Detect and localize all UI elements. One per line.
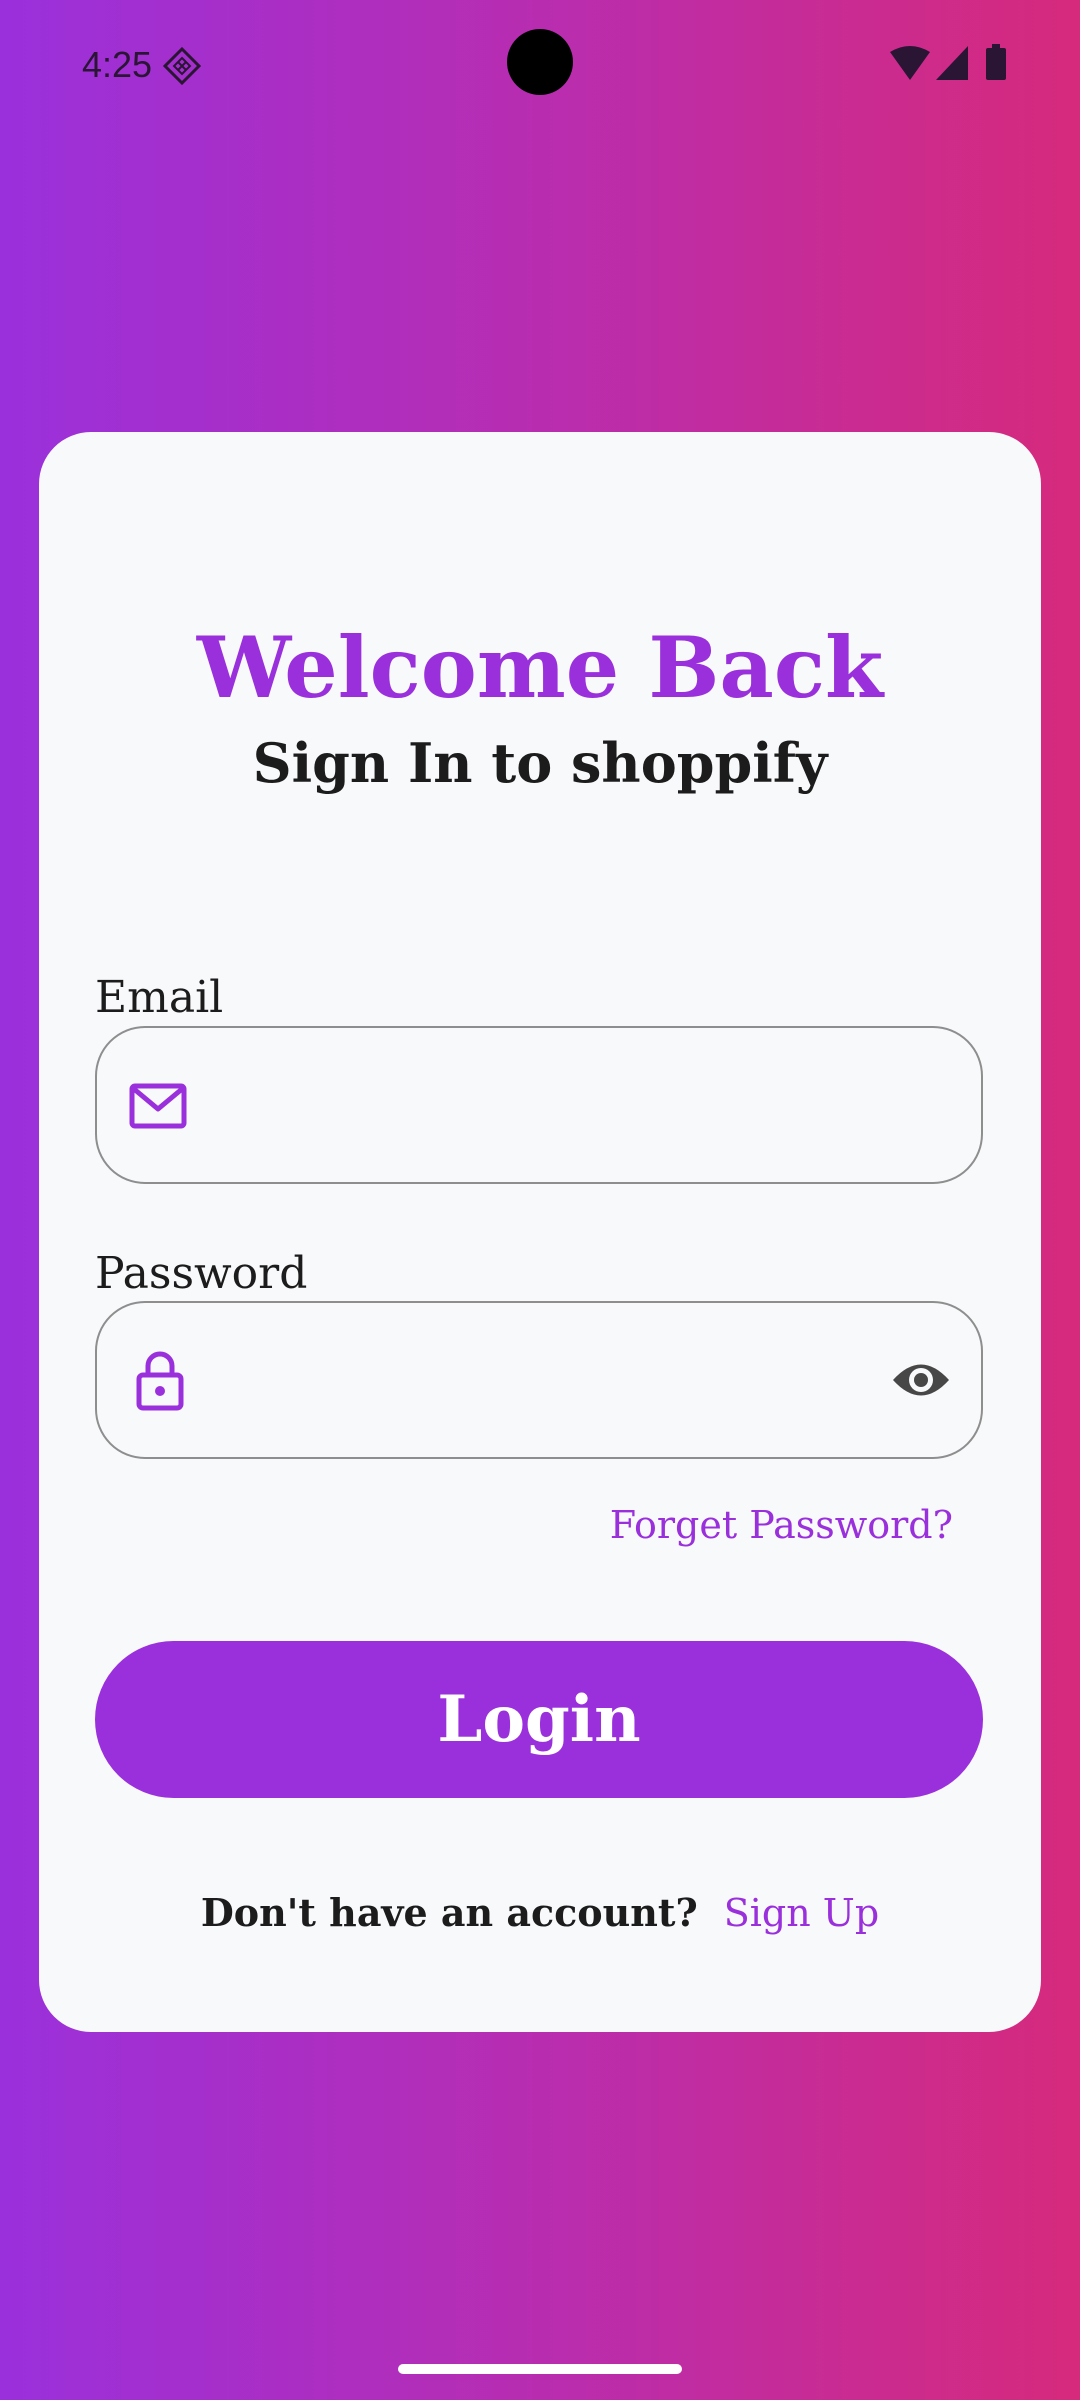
diamond-notification-icon — [162, 46, 202, 86]
email-field[interactable] — [95, 1026, 983, 1184]
camera-cutout — [507, 29, 573, 95]
login-button[interactable]: Login — [95, 1641, 983, 1798]
wifi-icon — [890, 46, 930, 80]
eye-icon[interactable] — [891, 1355, 951, 1405]
page-title: Welcome Back — [196, 618, 884, 717]
signup-link[interactable]: Sign Up — [724, 1891, 879, 1935]
password-label: Password — [95, 1248, 308, 1299]
cellular-signal-icon — [936, 46, 968, 80]
password-field[interactable] — [95, 1301, 983, 1459]
page-subtitle: Sign In to shoppify — [252, 731, 828, 795]
status-bar: 4:25 — [0, 0, 1080, 130]
battery-icon — [986, 44, 1006, 80]
lock-icon — [136, 1351, 184, 1411]
mail-icon — [129, 1083, 187, 1129]
home-indicator[interactable] — [398, 2364, 682, 2374]
signup-prompt: Don't have an account? — [200, 1890, 698, 1935]
password-input[interactable] — [227, 1303, 851, 1459]
email-label: Email — [95, 972, 224, 1023]
forgot-password-link[interactable]: Forget Password? — [610, 1500, 953, 1550]
email-input[interactable] — [227, 1028, 851, 1184]
login-card: Welcome Back Sign In to shoppify Email P… — [39, 432, 1041, 2032]
signup-row: Don't have an account? Sign Up — [39, 1888, 1041, 1938]
status-time: 4:25 — [82, 44, 153, 85]
